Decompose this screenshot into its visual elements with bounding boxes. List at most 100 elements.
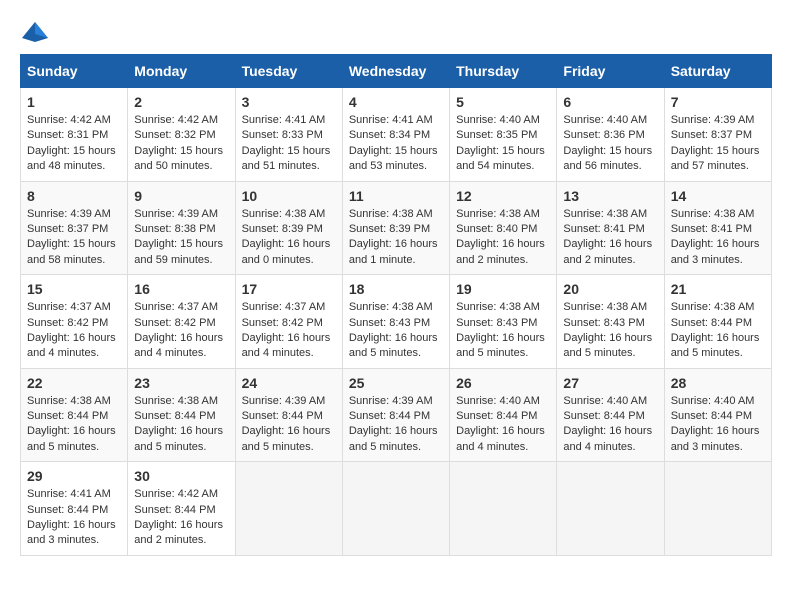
calendar-cell: 15 Sunrise: 4:37 AMSunset: 8:42 PMDayligh… — [21, 275, 128, 369]
calendar-cell: 17 Sunrise: 4:37 AMSunset: 8:42 PMDayligh… — [235, 275, 342, 369]
cell-content: Sunrise: 4:37 AMSunset: 8:42 PMDaylight:… — [134, 300, 228, 362]
day-number: 14 — [671, 188, 765, 204]
cell-content: Sunrise: 4:39 AMSunset: 8:44 PMDaylight:… — [349, 394, 443, 456]
day-number: 25 — [349, 375, 443, 391]
cell-content: Sunrise: 4:37 AMSunset: 8:42 PMDaylight:… — [242, 300, 336, 362]
calendar-cell: 23 Sunrise: 4:38 AMSunset: 8:44 PMDayligh… — [128, 368, 235, 462]
cell-content: Sunrise: 4:39 AMSunset: 8:44 PMDaylight:… — [242, 394, 336, 456]
day-number: 6 — [563, 94, 657, 110]
day-number: 15 — [27, 281, 121, 297]
cell-content: Sunrise: 4:40 AMSunset: 8:35 PMDaylight:… — [456, 113, 550, 175]
cell-content: Sunrise: 4:39 AMSunset: 8:37 PMDaylight:… — [27, 207, 121, 269]
day-number: 27 — [563, 375, 657, 391]
calendar-cell: 8 Sunrise: 4:39 AMSunset: 8:37 PMDaylight… — [21, 181, 128, 275]
cell-content: Sunrise: 4:38 AMSunset: 8:44 PMDaylight:… — [134, 394, 228, 456]
day-number: 19 — [456, 281, 550, 297]
calendar-cell: 20 Sunrise: 4:38 AMSunset: 8:43 PMDayligh… — [557, 275, 664, 369]
cell-content: Sunrise: 4:38 AMSunset: 8:44 PMDaylight:… — [27, 394, 121, 456]
logo — [20, 20, 54, 44]
cell-content: Sunrise: 4:38 AMSunset: 8:40 PMDaylight:… — [456, 207, 550, 269]
cell-content: Sunrise: 4:42 AMSunset: 8:44 PMDaylight:… — [134, 487, 228, 549]
calendar-cell: 30 Sunrise: 4:42 AMSunset: 8:44 PMDayligh… — [128, 462, 235, 556]
cell-content: Sunrise: 4:38 AMSunset: 8:44 PMDaylight:… — [671, 300, 765, 362]
calendar-cell: 6 Sunrise: 4:40 AMSunset: 8:36 PMDaylight… — [557, 88, 664, 182]
calendar-cell: 25 Sunrise: 4:39 AMSunset: 8:44 PMDayligh… — [342, 368, 449, 462]
calendar-cell: 29 Sunrise: 4:41 AMSunset: 8:44 PMDayligh… — [21, 462, 128, 556]
cell-content: Sunrise: 4:38 AMSunset: 8:43 PMDaylight:… — [563, 300, 657, 362]
calendar-cell — [235, 462, 342, 556]
day-header-monday: Monday — [128, 55, 235, 88]
day-number: 30 — [134, 468, 228, 484]
calendar-cell — [342, 462, 449, 556]
day-number: 9 — [134, 188, 228, 204]
day-number: 18 — [349, 281, 443, 297]
calendar-cell: 3 Sunrise: 4:41 AMSunset: 8:33 PMDaylight… — [235, 88, 342, 182]
cell-content: Sunrise: 4:41 AMSunset: 8:33 PMDaylight:… — [242, 113, 336, 175]
calendar-cell: 1 Sunrise: 4:42 AMSunset: 8:31 PMDaylight… — [21, 88, 128, 182]
day-number: 4 — [349, 94, 443, 110]
day-number: 20 — [563, 281, 657, 297]
cell-content: Sunrise: 4:38 AMSunset: 8:43 PMDaylight:… — [349, 300, 443, 362]
calendar-cell: 12 Sunrise: 4:38 AMSunset: 8:40 PMDayligh… — [450, 181, 557, 275]
day-number: 29 — [27, 468, 121, 484]
day-number: 5 — [456, 94, 550, 110]
day-number: 3 — [242, 94, 336, 110]
cell-content: Sunrise: 4:38 AMSunset: 8:39 PMDaylight:… — [349, 207, 443, 269]
cell-content: Sunrise: 4:40 AMSunset: 8:44 PMDaylight:… — [456, 394, 550, 456]
day-number: 11 — [349, 188, 443, 204]
day-number: 28 — [671, 375, 765, 391]
page-header — [20, 20, 772, 44]
calendar-cell: 13 Sunrise: 4:38 AMSunset: 8:41 PMDayligh… — [557, 181, 664, 275]
day-number: 16 — [134, 281, 228, 297]
day-number: 17 — [242, 281, 336, 297]
cell-content: Sunrise: 4:40 AMSunset: 8:44 PMDaylight:… — [563, 394, 657, 456]
calendar-cell: 18 Sunrise: 4:38 AMSunset: 8:43 PMDayligh… — [342, 275, 449, 369]
calendar-cell: 28 Sunrise: 4:40 AMSunset: 8:44 PMDayligh… — [664, 368, 771, 462]
cell-content: Sunrise: 4:39 AMSunset: 8:37 PMDaylight:… — [671, 113, 765, 175]
day-number: 7 — [671, 94, 765, 110]
calendar-cell — [450, 462, 557, 556]
calendar-cell — [557, 462, 664, 556]
cell-content: Sunrise: 4:38 AMSunset: 8:43 PMDaylight:… — [456, 300, 550, 362]
cell-content: Sunrise: 4:40 AMSunset: 8:36 PMDaylight:… — [563, 113, 657, 175]
calendar-cell: 16 Sunrise: 4:37 AMSunset: 8:42 PMDayligh… — [128, 275, 235, 369]
calendar-cell: 21 Sunrise: 4:38 AMSunset: 8:44 PMDayligh… — [664, 275, 771, 369]
cell-content: Sunrise: 4:41 AMSunset: 8:34 PMDaylight:… — [349, 113, 443, 175]
calendar-cell: 11 Sunrise: 4:38 AMSunset: 8:39 PMDayligh… — [342, 181, 449, 275]
cell-content: Sunrise: 4:42 AMSunset: 8:32 PMDaylight:… — [134, 113, 228, 175]
cell-content: Sunrise: 4:40 AMSunset: 8:44 PMDaylight:… — [671, 394, 765, 456]
cell-content: Sunrise: 4:38 AMSunset: 8:39 PMDaylight:… — [242, 207, 336, 269]
cell-content: Sunrise: 4:39 AMSunset: 8:38 PMDaylight:… — [134, 207, 228, 269]
calendar-cell: 9 Sunrise: 4:39 AMSunset: 8:38 PMDaylight… — [128, 181, 235, 275]
calendar-cell: 2 Sunrise: 4:42 AMSunset: 8:32 PMDaylight… — [128, 88, 235, 182]
calendar-cell: 7 Sunrise: 4:39 AMSunset: 8:37 PMDaylight… — [664, 88, 771, 182]
calendar-table: SundayMondayTuesdayWednesdayThursdayFrid… — [20, 54, 772, 556]
day-header-tuesday: Tuesday — [235, 55, 342, 88]
calendar-cell: 14 Sunrise: 4:38 AMSunset: 8:41 PMDayligh… — [664, 181, 771, 275]
cell-content: Sunrise: 4:37 AMSunset: 8:42 PMDaylight:… — [27, 300, 121, 362]
day-number: 12 — [456, 188, 550, 204]
day-number: 8 — [27, 188, 121, 204]
day-number: 22 — [27, 375, 121, 391]
day-header-wednesday: Wednesday — [342, 55, 449, 88]
calendar-cell: 27 Sunrise: 4:40 AMSunset: 8:44 PMDayligh… — [557, 368, 664, 462]
calendar-cell — [664, 462, 771, 556]
cell-content: Sunrise: 4:41 AMSunset: 8:44 PMDaylight:… — [27, 487, 121, 549]
day-number: 13 — [563, 188, 657, 204]
day-number: 26 — [456, 375, 550, 391]
calendar-cell: 24Sunrise: 4:39 AMSunset: 8:44 PMDayligh… — [235, 368, 342, 462]
cell-content: Sunrise: 4:42 AMSunset: 8:31 PMDaylight:… — [27, 113, 121, 175]
calendar-cell: 26 Sunrise: 4:40 AMSunset: 8:44 PMDayligh… — [450, 368, 557, 462]
calendar-cell: 19 Sunrise: 4:38 AMSunset: 8:43 PMDayligh… — [450, 275, 557, 369]
cell-content: Sunrise: 4:38 AMSunset: 8:41 PMDaylight:… — [671, 207, 765, 269]
day-header-friday: Friday — [557, 55, 664, 88]
day-number: 23 — [134, 375, 228, 391]
calendar-cell: 5 Sunrise: 4:40 AMSunset: 8:35 PMDaylight… — [450, 88, 557, 182]
calendar-cell: 22 Sunrise: 4:38 AMSunset: 8:44 PMDayligh… — [21, 368, 128, 462]
day-number: 21 — [671, 281, 765, 297]
day-header-thursday: Thursday — [450, 55, 557, 88]
day-number: 2 — [134, 94, 228, 110]
day-number: 1 — [27, 94, 121, 110]
cell-content: Sunrise: 4:38 AMSunset: 8:41 PMDaylight:… — [563, 207, 657, 269]
day-header-sunday: Sunday — [21, 55, 128, 88]
